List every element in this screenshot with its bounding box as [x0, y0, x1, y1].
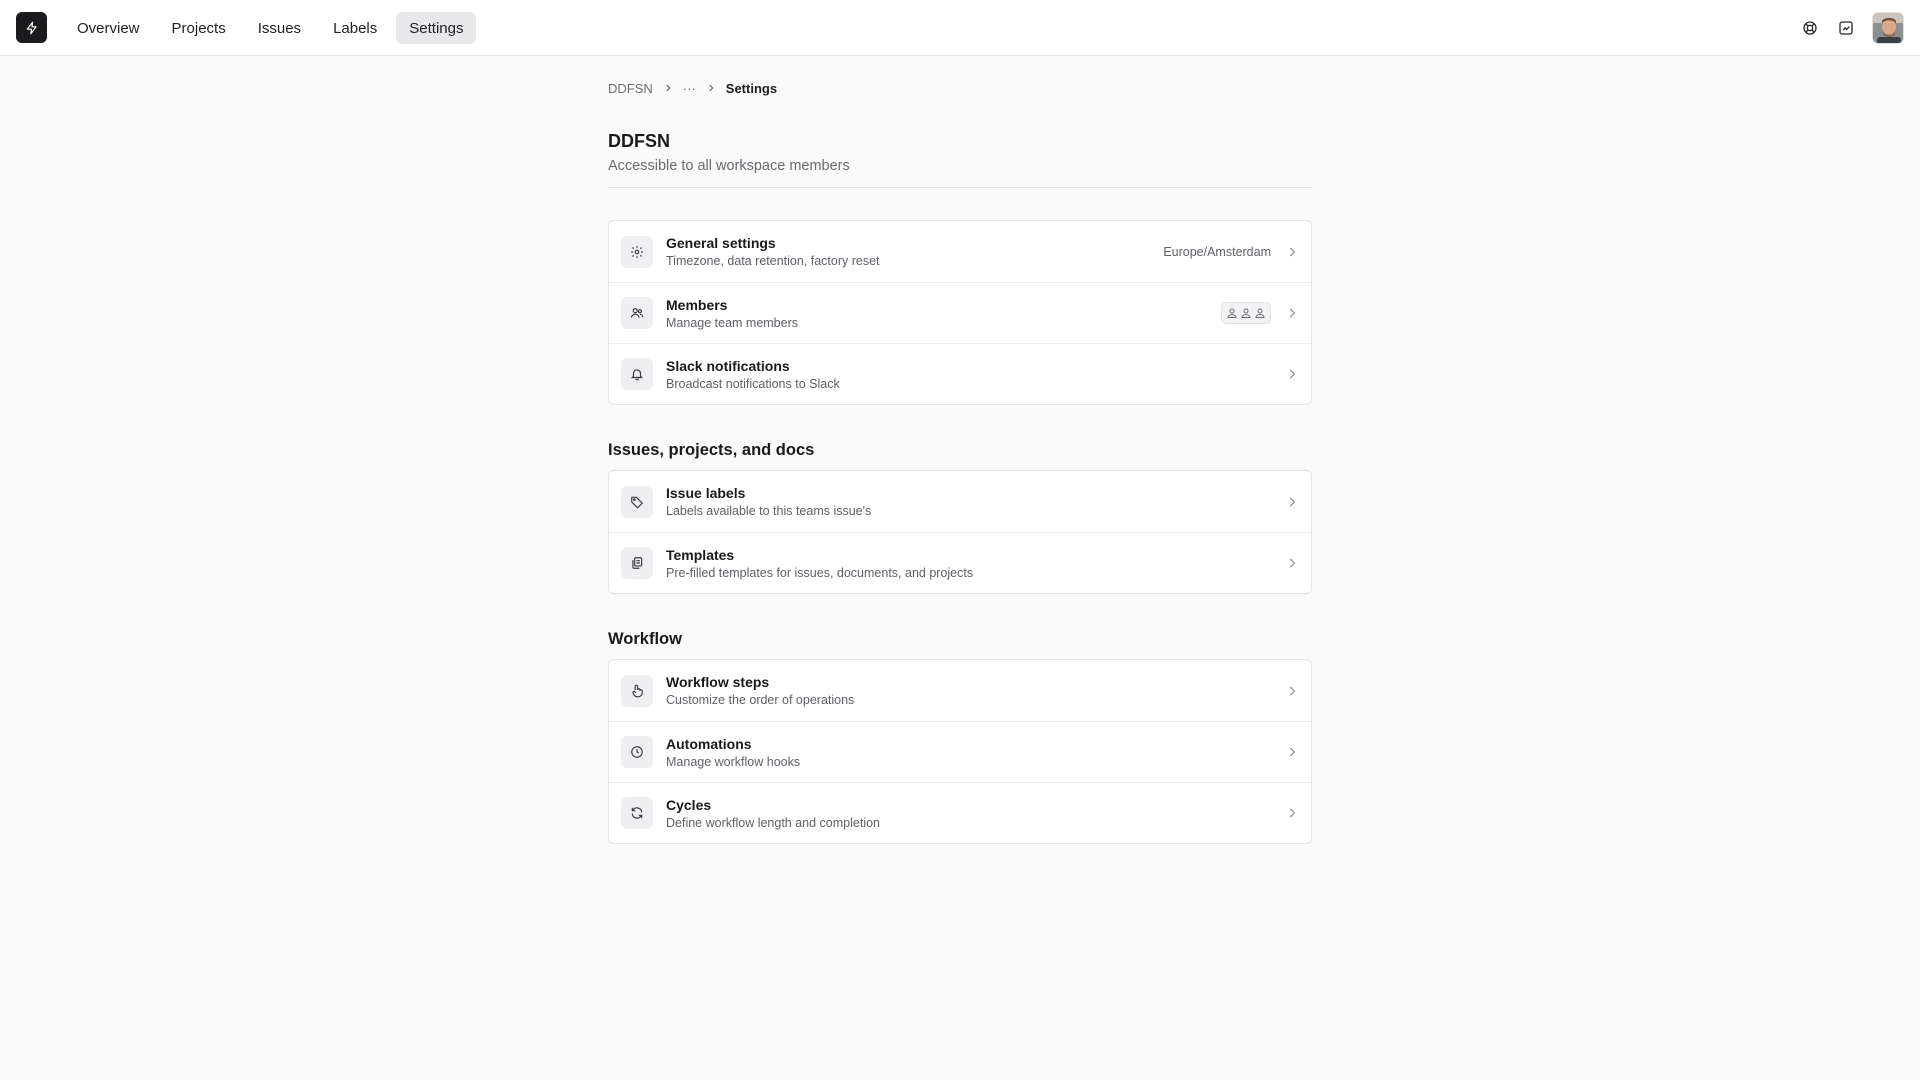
- row-desc: Broadcast notifications to Slack: [666, 376, 840, 391]
- row-slack-notifications[interactable]: Slack notifications Broadcast notificati…: [609, 343, 1311, 404]
- row-desc: Manage workflow hooks: [666, 754, 801, 769]
- person-icon: [1226, 307, 1238, 319]
- chevron-right-icon: [1285, 684, 1299, 698]
- section-title-workflow: Workflow: [608, 630, 682, 648]
- refresh-icon: [621, 797, 653, 829]
- chevron-right-icon: [1285, 245, 1299, 259]
- issues-card: Issue labels Labels available to this te…: [608, 470, 1312, 594]
- row-desc: Manage team members: [666, 315, 799, 330]
- chevron-right-icon: [1285, 556, 1299, 570]
- row-title: General settings: [666, 235, 776, 251]
- row-title: Issue labels: [666, 485, 746, 501]
- templates-icon: [621, 547, 653, 579]
- row-desc: Timezone, data retention, factory reset: [666, 254, 880, 268]
- row-title: Automations: [666, 735, 752, 752]
- top-actions: [1800, 10, 1904, 46]
- nav-overview[interactable]: Overview: [64, 12, 153, 44]
- users-icon: [621, 297, 653, 329]
- row-workflow-steps[interactable]: Workflow steps Customize the order of op…: [609, 660, 1311, 721]
- person-icon: [1240, 307, 1252, 319]
- row-desc: Define workflow length and completion: [666, 815, 881, 830]
- breadcrumb-ellipsis[interactable]: ···: [683, 81, 696, 96]
- lifebuoy-icon: [1803, 21, 1817, 35]
- row-templates[interactable]: Templates Pre-filled templates for issue…: [609, 532, 1311, 593]
- main-nav: Overview Projects Issues Labels Settings: [64, 12, 477, 44]
- row-automations[interactable]: Automations Manage workflow hooks: [609, 721, 1311, 782]
- pointer-icon: [621, 674, 653, 707]
- divider: [608, 187, 1312, 188]
- page-title: DDFSN: [608, 131, 670, 151]
- row-title: Slack notifications: [666, 357, 790, 374]
- chevron-right-icon: [663, 83, 673, 93]
- panel-toggle-button[interactable]: [1836, 18, 1856, 38]
- panel-icon: [1839, 21, 1853, 35]
- page-subtitle: Accessible to all workspace members: [608, 158, 850, 174]
- gear-icon: [621, 235, 653, 268]
- nav-issues[interactable]: Issues: [245, 12, 314, 44]
- nav-settings[interactable]: Settings: [396, 12, 477, 44]
- bell-icon: [621, 358, 653, 390]
- help-button[interactable]: [1800, 18, 1820, 38]
- chevron-right-icon: [1285, 367, 1299, 381]
- tag-icon: [621, 485, 653, 518]
- nav-projects[interactable]: Projects: [159, 12, 239, 44]
- row-title: Cycles: [666, 796, 712, 813]
- breadcrumb-current: Settings: [725, 80, 778, 96]
- chevron-right-icon: [1285, 745, 1299, 759]
- row-desc: Labels available to this teams issue's: [666, 504, 872, 518]
- chevron-right-icon: [1285, 806, 1299, 820]
- user-avatar[interactable]: [1872, 12, 1904, 44]
- chevron-right-icon: [1285, 306, 1299, 320]
- row-members[interactable]: Members Manage team members: [609, 282, 1311, 343]
- app-logo[interactable]: [16, 12, 47, 43]
- avatar-image: [1873, 13, 1903, 43]
- nav-labels[interactable]: Labels: [320, 12, 390, 44]
- breadcrumb: DDFSN ··· Settings: [608, 80, 1312, 96]
- row-issue-labels[interactable]: Issue labels Labels available to this te…: [609, 471, 1311, 532]
- row-general-settings[interactable]: General settings Timezone, data retentio…: [609, 221, 1311, 282]
- clock-icon: [621, 736, 653, 768]
- section-title-issues: Issues, projects, and docs: [608, 441, 815, 459]
- settings-content: DDFSN ··· Settings DDFSN Accessible to a…: [608, 80, 1312, 844]
- general-settings-card: General settings Timezone, data retentio…: [608, 220, 1312, 405]
- lightning-icon: [26, 21, 37, 34]
- member-avatars: [1221, 302, 1271, 324]
- row-desc: Pre-filled templates for issues, documen…: [666, 565, 974, 580]
- breadcrumb-root[interactable]: DDFSN: [608, 81, 653, 96]
- chevron-right-icon: [706, 83, 716, 93]
- row-title: Workflow steps: [666, 674, 770, 690]
- workflow-card: Workflow steps Customize the order of op…: [608, 659, 1312, 844]
- row-desc: Customize the order of operations: [666, 693, 855, 707]
- timezone-value: Europe/Amsterdam: [1163, 244, 1271, 259]
- person-icon: [1254, 307, 1266, 319]
- top-bar: Overview Projects Issues Labels Settings: [0, 0, 1920, 56]
- row-title: Templates: [666, 546, 735, 563]
- chevron-right-icon: [1285, 495, 1299, 509]
- row-cycles[interactable]: Cycles Define workflow length and comple…: [609, 782, 1311, 843]
- row-title: Members: [666, 296, 728, 313]
